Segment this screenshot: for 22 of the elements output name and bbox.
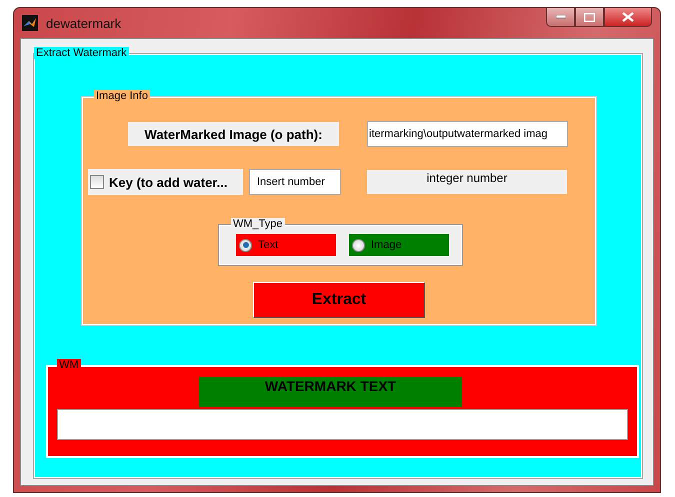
watermark-heading: WATERMARK TEXT xyxy=(199,377,462,407)
minimize-button[interactable] xyxy=(546,8,575,27)
radio-option[interactable]: Image xyxy=(349,234,449,256)
minimize-icon xyxy=(556,15,566,19)
key-checkbox[interactable]: Key (to add water... xyxy=(88,169,243,195)
key-input-field[interactable]: Insert number xyxy=(249,169,341,195)
extract-button[interactable]: Extract xyxy=(253,282,425,318)
window-title: dewatermark xyxy=(46,16,122,30)
panel-title: Image Info xyxy=(94,90,150,102)
close-button[interactable] xyxy=(604,8,652,27)
app-logo-icon xyxy=(22,15,38,31)
panel-title: WM xyxy=(57,359,81,371)
path-input-field[interactable]: itermarking\outputwatermarked imag xyxy=(367,121,568,147)
close-icon xyxy=(622,12,634,22)
radio-option[interactable]: Text xyxy=(236,234,336,256)
watermark-output-field[interactable] xyxy=(57,409,628,440)
maximize-button[interactable] xyxy=(575,8,604,27)
key-hint-label: integer number xyxy=(367,170,567,194)
panel-title: Extract Watermark xyxy=(34,47,129,59)
panel-title: WM_Type xyxy=(231,218,285,230)
path-label: WaterMarked Image (o path): xyxy=(128,122,339,146)
maximize-icon xyxy=(584,12,595,22)
